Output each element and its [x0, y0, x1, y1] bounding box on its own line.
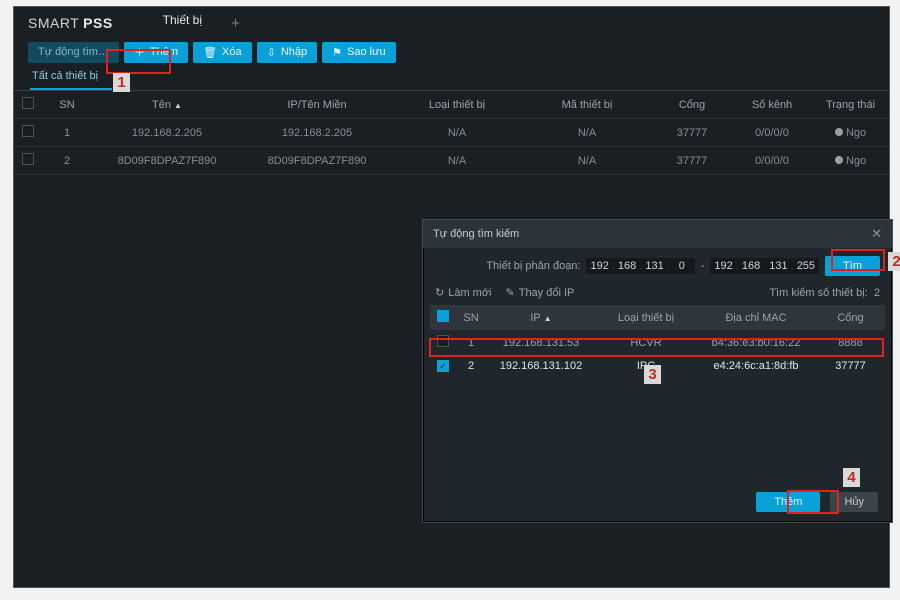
dialog-actions-row: ↻ Làm mới ✎ Thay đổi IP Tìm kiếm số thiế…	[423, 284, 892, 305]
dialog-footer: Thêm Hủy	[423, 482, 892, 522]
col-port[interactable]: Cổng	[652, 91, 732, 119]
auto-search-button[interactable]: Tự động tìm…	[28, 42, 119, 63]
app-window: SMART PSS Thiết bị + Tự động tìm… ＋ Thêm…	[13, 6, 890, 588]
filter-row: Tất cả thiết bị	[14, 65, 889, 91]
dlg-col-checkbox[interactable]	[430, 305, 456, 330]
col-checkbox[interactable]	[14, 91, 42, 119]
col-channels[interactable]: Số kênh	[732, 91, 812, 119]
close-icon[interactable]: ✕	[871, 226, 882, 242]
row-checkbox[interactable]	[22, 125, 34, 137]
table-row[interactable]: 1 192.168.2.205 192.168.2.205 N/A N/A 37…	[14, 119, 889, 147]
row-checkbox[interactable]	[437, 335, 449, 347]
dlg-col-mac[interactable]: Địa chỉ MAC	[696, 305, 816, 330]
search-row[interactable]: 1 192.168.131.53 HCVR b4:36:e3:b0:16:22 …	[430, 330, 885, 355]
add-label: Thêm	[150, 46, 178, 58]
col-status[interactable]: Trạng thái	[812, 91, 889, 119]
row-checkbox[interactable]	[22, 153, 34, 165]
status-dot-icon	[835, 156, 843, 164]
col-name[interactable]: Tên▲	[92, 91, 242, 119]
titlebar: SMART PSS Thiết bị +	[14, 7, 889, 39]
delete-button[interactable]: 🗑 Xóa	[193, 42, 252, 63]
tab-devices[interactable]: Thiết bị	[141, 9, 224, 37]
backup-icon: ⚑	[332, 46, 342, 59]
backup-label: Sao lưu	[347, 46, 386, 58]
add-button[interactable]: ＋ Thêm	[124, 42, 188, 63]
callout-2: 2	[888, 252, 900, 271]
dlg-col-port[interactable]: Cổng	[816, 305, 885, 330]
ip-to-input[interactable]: 192. 168. 131. 255	[710, 258, 819, 274]
segment-label: Thiết bị phân đoạn:	[486, 260, 580, 272]
import-icon: ⇩	[267, 46, 276, 59]
row-checkbox[interactable]	[437, 360, 449, 372]
brand-pss: PSS	[83, 15, 113, 31]
auto-search-label: Tự động tìm…	[38, 46, 109, 58]
ip-from-input[interactable]: 192. 168. 131. 0	[586, 258, 694, 274]
status-dot-icon	[835, 128, 843, 136]
ip-dash: -	[701, 260, 705, 272]
found-count: Tìm kiếm số thiết bị: 2	[769, 287, 880, 299]
col-sn[interactable]: SN	[42, 91, 92, 119]
dialog-title: Tự động tìm kiếm	[433, 228, 519, 240]
import-label: Nhập	[281, 46, 307, 58]
callout-4: 4	[843, 468, 860, 487]
devices-table: SN Tên▲ IP/Tên Miền Loại thiết bị Mã thi…	[14, 91, 889, 175]
backup-button[interactable]: ⚑ Sao lưu	[322, 42, 395, 63]
brand: SMART PSS	[28, 15, 113, 31]
delete-label: Xóa	[222, 46, 242, 58]
callout-3: 3	[644, 365, 661, 384]
refresh-link[interactable]: ↻ Làm mới	[435, 286, 492, 299]
dlg-col-type[interactable]: Loại thiết bị	[596, 305, 696, 330]
trash-icon: 🗑	[203, 46, 217, 59]
plus-icon: ＋	[134, 44, 145, 60]
callout-1: 1	[113, 73, 130, 92]
col-ip[interactable]: IP/Tên Miền	[242, 91, 392, 119]
dialog-titlebar: Tự động tìm kiếm ✕	[423, 220, 892, 248]
table-row[interactable]: 2 8D09F8DPAZ7F890 8D09F8DPAZ7F890 N/A N/…	[14, 147, 889, 175]
dialog-search-row: Thiết bị phân đoạn: 192. 168. 131. 0 - 1…	[423, 248, 892, 284]
dlg-col-sn[interactable]: SN	[456, 305, 486, 330]
col-type[interactable]: Loại thiết bị	[392, 91, 522, 119]
modify-ip-link[interactable]: ✎ Thay đổi IP	[506, 286, 575, 299]
dialog-cancel-button[interactable]: Hủy	[830, 492, 878, 512]
dialog-add-button[interactable]: Thêm	[756, 492, 820, 512]
col-code[interactable]: Mã thiết bị	[522, 91, 652, 119]
tab-add-icon[interactable]: +	[228, 16, 243, 31]
refresh-icon: ↻	[435, 286, 444, 299]
toolbar: Tự động tìm… ＋ Thêm 🗑 Xóa ⇩ Nhập ⚑ Sao l…	[14, 39, 889, 65]
filter-all-devices[interactable]: Tất cả thiết bị	[30, 65, 112, 90]
brand-smart: SMART	[28, 15, 79, 31]
dlg-col-ip[interactable]: IP▲	[486, 305, 596, 330]
pencil-icon: ✎	[506, 286, 515, 299]
import-button[interactable]: ⇩ Nhập	[257, 42, 318, 63]
search-button[interactable]: Tìm	[825, 256, 880, 276]
